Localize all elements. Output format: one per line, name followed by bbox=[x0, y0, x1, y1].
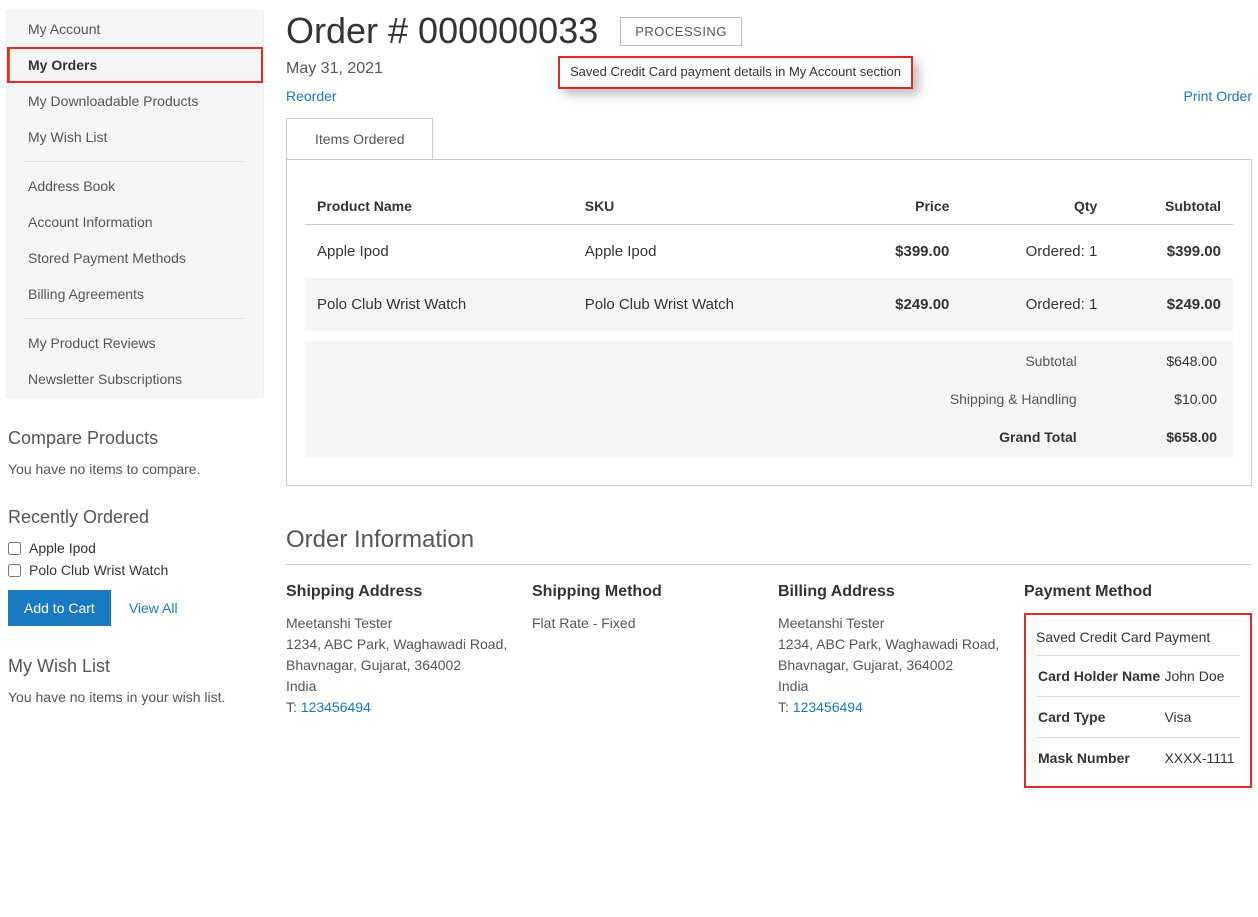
cell-qty: Ordered: 1 bbox=[961, 225, 1109, 279]
nav-separator bbox=[25, 318, 245, 319]
nav-my-orders[interactable]: My Orders bbox=[7, 47, 263, 83]
col-product-name: Product Name bbox=[305, 188, 573, 225]
col-sku: SKU bbox=[573, 188, 841, 225]
grand-total-label: Grand Total bbox=[307, 419, 1091, 455]
phone-label: T: bbox=[286, 699, 297, 715]
recent-item-checkbox[interactable] bbox=[8, 542, 21, 555]
nav-my-account[interactable]: My Account bbox=[7, 11, 263, 47]
addr-line: Bhavnagar, Gujarat, 364002 bbox=[286, 655, 514, 676]
order-totals: Subtotal $648.00 Shipping & Handling $10… bbox=[305, 341, 1233, 457]
status-badge: PROCESSING bbox=[620, 17, 742, 46]
nav-account-info[interactable]: Account Information bbox=[7, 204, 263, 240]
recent-title: Recently Ordered bbox=[8, 507, 262, 528]
col-price: Price bbox=[840, 188, 961, 225]
table-row: Apple Ipod Apple Ipod $399.00 Ordered: 1… bbox=[305, 225, 1233, 279]
order-info-title: Order Information bbox=[286, 526, 1252, 554]
col-subtotal: Subtotal bbox=[1109, 188, 1233, 225]
pm-val: Visa bbox=[1162, 697, 1240, 738]
addr-name: Meetanshi Tester bbox=[286, 613, 514, 634]
nav-wishlist[interactable]: My Wish List bbox=[7, 119, 263, 155]
shipping-address-title: Shipping Address bbox=[286, 583, 514, 601]
reorder-link[interactable]: Reorder bbox=[286, 88, 337, 104]
pm-val: XXXX-1111 bbox=[1162, 738, 1240, 779]
addr-line: India bbox=[778, 676, 1006, 697]
annotation-callout: Saved Credit Card payment details in My … bbox=[558, 56, 913, 89]
cell-price: $249.00 bbox=[840, 278, 961, 331]
payment-method-name: Saved Credit Card Payment bbox=[1036, 623, 1240, 655]
shipping-method-value: Flat Rate - Fixed bbox=[532, 613, 760, 634]
subtotal-label: Subtotal bbox=[307, 343, 1091, 379]
recent-item-label: Apple Ipod bbox=[29, 540, 96, 556]
addr-line: 1234, ABC Park, Waghawadi Road, bbox=[778, 634, 1006, 655]
cell-name: Polo Club Wrist Watch bbox=[305, 278, 573, 331]
compare-empty-text: You have no items to compare. bbox=[8, 461, 262, 477]
add-to-cart-button[interactable]: Add to Cart bbox=[8, 590, 111, 626]
billing-address-title: Billing Address bbox=[778, 583, 1006, 601]
payment-details-table: Card Holder Name John Doe Card Type Visa… bbox=[1036, 655, 1240, 778]
cell-name: Apple Ipod bbox=[305, 225, 573, 279]
view-all-link[interactable]: View All bbox=[129, 600, 178, 616]
shipping-method-col: Shipping Method Flat Rate - Fixed bbox=[532, 583, 760, 788]
nav-address-book[interactable]: Address Book bbox=[7, 168, 263, 204]
recent-item-label: Polo Club Wrist Watch bbox=[29, 562, 168, 578]
cell-subtotal: $399.00 bbox=[1109, 225, 1233, 279]
pm-key: Mask Number bbox=[1036, 738, 1162, 779]
tab-items-ordered[interactable]: Items Ordered bbox=[286, 118, 433, 159]
nav-separator bbox=[25, 161, 245, 162]
shipping-method-title: Shipping Method bbox=[532, 583, 760, 601]
recently-ordered-section: Recently Ordered Apple Ipod Polo Club Wr… bbox=[8, 507, 262, 626]
recent-item-checkbox[interactable] bbox=[8, 564, 21, 577]
addr-name: Meetanshi Tester bbox=[778, 613, 1006, 634]
nav-newsletter[interactable]: Newsletter Subscriptions bbox=[7, 361, 263, 397]
phone-label: T: bbox=[778, 699, 789, 715]
wishlist-empty-text: You have no items in your wish list. bbox=[8, 689, 262, 705]
pm-val: John Doe bbox=[1162, 656, 1240, 697]
print-order-link[interactable]: Print Order bbox=[1184, 88, 1252, 104]
addr-line: Bhavnagar, Gujarat, 364002 bbox=[778, 655, 1006, 676]
items-ordered-box: Product Name SKU Price Qty Subtotal Appl… bbox=[286, 159, 1252, 486]
phone-link[interactable]: 123456494 bbox=[301, 699, 371, 715]
shipping-label: Shipping & Handling bbox=[307, 381, 1091, 417]
subtotal-value: $648.00 bbox=[1093, 343, 1231, 379]
nav-billing-agreements[interactable]: Billing Agreements bbox=[7, 276, 263, 312]
cell-price: $399.00 bbox=[840, 225, 961, 279]
pm-key: Card Type bbox=[1036, 697, 1162, 738]
addr-line: 1234, ABC Park, Waghawadi Road, bbox=[286, 634, 514, 655]
cell-sku: Apple Ipod bbox=[573, 225, 841, 279]
separator bbox=[286, 564, 1252, 565]
col-qty: Qty bbox=[961, 188, 1109, 225]
addr-line: India bbox=[286, 676, 514, 697]
pm-key: Card Holder Name bbox=[1036, 656, 1162, 697]
compare-products-section: Compare Products You have no items to co… bbox=[8, 428, 262, 477]
billing-address-col: Billing Address Meetanshi Tester 1234, A… bbox=[778, 583, 1006, 788]
nav-stored-payment[interactable]: Stored Payment Methods bbox=[7, 240, 263, 276]
grand-total-value: $658.00 bbox=[1093, 419, 1231, 455]
nav-downloadable[interactable]: My Downloadable Products bbox=[7, 83, 263, 119]
phone-link[interactable]: 123456494 bbox=[793, 699, 863, 715]
payment-method-title: Payment Method bbox=[1024, 583, 1252, 601]
nav-reviews[interactable]: My Product Reviews bbox=[7, 325, 263, 361]
wishlist-title: My Wish List bbox=[8, 656, 262, 677]
page-title: Order # 000000033 bbox=[286, 10, 598, 52]
account-nav: My Account My Orders My Downloadable Pro… bbox=[6, 10, 264, 398]
payment-method-box: Saved Credit Card Payment Card Holder Na… bbox=[1024, 613, 1252, 788]
shipping-address-col: Shipping Address Meetanshi Tester 1234, … bbox=[286, 583, 514, 788]
wishlist-section: My Wish List You have no items in your w… bbox=[8, 656, 262, 705]
items-table: Product Name SKU Price Qty Subtotal Appl… bbox=[305, 188, 1233, 331]
compare-title: Compare Products bbox=[8, 428, 262, 449]
shipping-value: $10.00 bbox=[1093, 381, 1231, 417]
cell-sku: Polo Club Wrist Watch bbox=[573, 278, 841, 331]
cell-subtotal: $249.00 bbox=[1109, 278, 1233, 331]
cell-qty: Ordered: 1 bbox=[961, 278, 1109, 331]
recent-item-row: Apple Ipod bbox=[8, 540, 262, 556]
recent-item-row: Polo Club Wrist Watch bbox=[8, 562, 262, 578]
table-row: Polo Club Wrist Watch Polo Club Wrist Wa… bbox=[305, 278, 1233, 331]
payment-method-col: Payment Method Saved Credit Card Payment… bbox=[1024, 583, 1252, 788]
